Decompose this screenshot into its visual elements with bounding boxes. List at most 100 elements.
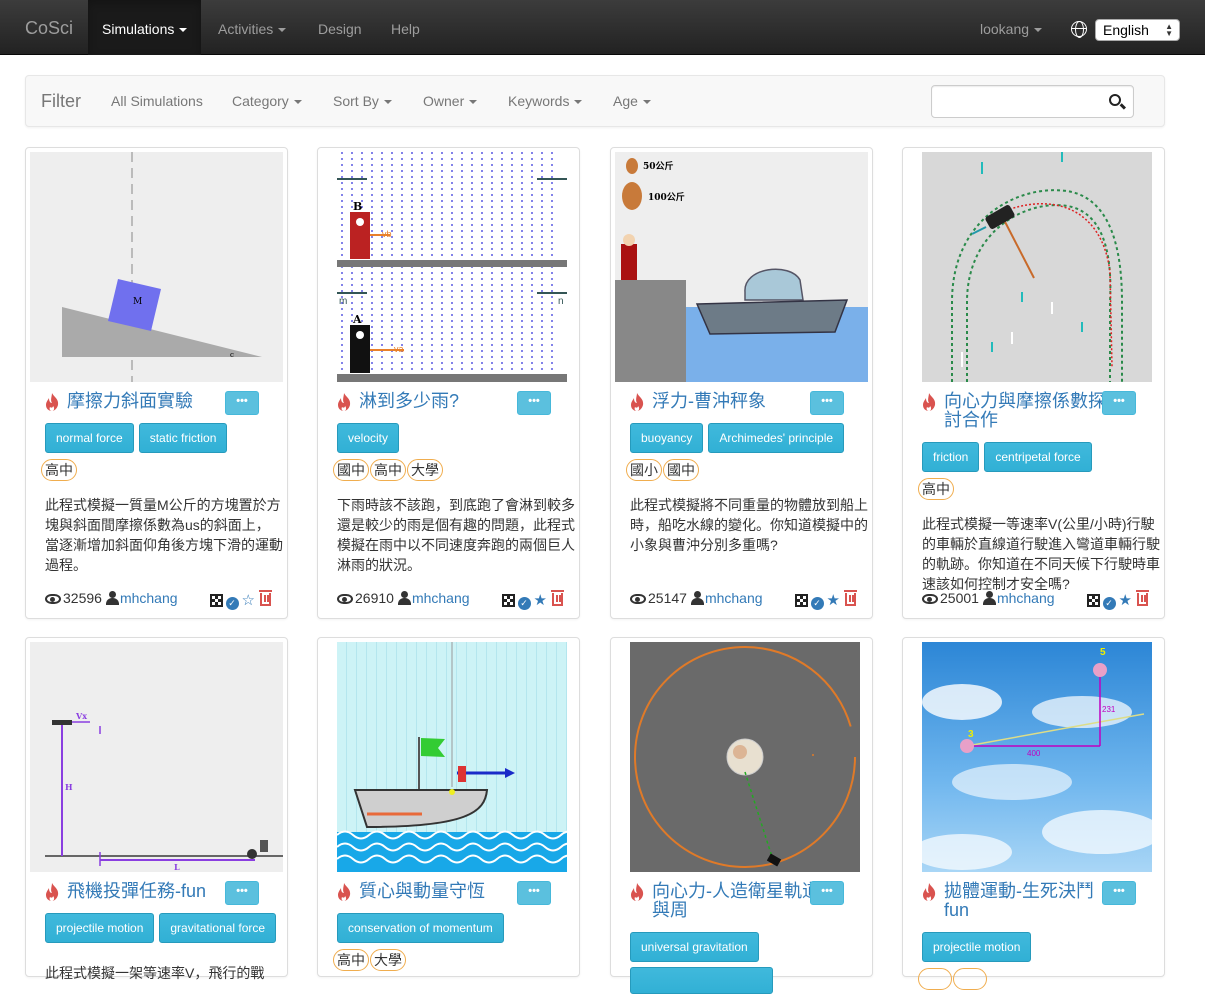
- tag-chip[interactable]: friction: [922, 442, 980, 472]
- more-options-button[interactable]: •••: [810, 391, 844, 415]
- simulation-card[interactable]: 向心力-人造衛星軌道與周 ••• universal gravitation: [610, 637, 873, 994]
- level-list: 高中: [41, 459, 78, 481]
- search-icon[interactable]: [1109, 94, 1121, 106]
- eye-icon: [630, 594, 646, 604]
- tag-chip[interactable]: gravitational force: [159, 913, 277, 943]
- brand-logo[interactable]: CoSci: [25, 18, 73, 39]
- card-title[interactable]: 向心力-人造衛星軌道與周: [652, 882, 820, 920]
- tag-chip[interactable]: Archimedes' principle: [708, 423, 845, 453]
- user-menu[interactable]: lookang: [966, 0, 1056, 55]
- simulation-thumbnail[interactable]: [337, 642, 567, 872]
- simulation-thumbnail[interactable]: [630, 642, 860, 872]
- verified-icon: ✓: [225, 597, 239, 610]
- va-label: va: [394, 344, 404, 354]
- popular-flame-icon: [337, 883, 351, 901]
- star-outline-icon[interactable]: ☆: [242, 592, 255, 609]
- filter-owner-label: Owner: [423, 93, 465, 109]
- qr-code-icon[interactable]: [794, 594, 808, 607]
- language-select[interactable]: English ▲ ▼: [1095, 19, 1180, 41]
- nav-design[interactable]: Design: [304, 0, 376, 55]
- tag-chip[interactable]: universal gravitation: [630, 932, 759, 962]
- owner-link[interactable]: mhchang: [412, 590, 470, 606]
- more-options-button[interactable]: •••: [517, 391, 551, 415]
- qr-code-icon[interactable]: [209, 594, 223, 607]
- star-filled-icon[interactable]: ★: [827, 592, 840, 609]
- simulation-card[interactable]: 向心力與摩擦係數探討合作 ••• friction centripetal for…: [902, 147, 1165, 619]
- level-list: 高中 大學: [333, 949, 407, 971]
- tag-chip[interactable]: centripetal force: [984, 442, 1092, 472]
- filter-age[interactable]: Age: [613, 93, 651, 109]
- card-title[interactable]: 向心力與摩擦係數探討合作: [944, 392, 1112, 430]
- card-title[interactable]: 浮力-曹沖秤象: [652, 392, 820, 411]
- card-actions: ✓ ☆: [209, 590, 272, 610]
- simulation-card[interactable]: 5 3 231 400 拋體運動-生死決鬥fun ••• projectile …: [902, 637, 1165, 990]
- language-value: English: [1103, 22, 1149, 38]
- caret-down-icon: [383, 100, 392, 105]
- qr-code-icon[interactable]: [1086, 594, 1100, 607]
- simulation-thumbnail[interactable]: B A vb va m n: [322, 152, 575, 382]
- more-options-button[interactable]: •••: [1102, 881, 1136, 905]
- tag-chip[interactable]: buoyancy: [630, 423, 704, 453]
- star-filled-icon[interactable]: ★: [534, 592, 547, 609]
- vb-label: vb: [382, 229, 392, 239]
- top-navbar: CoSci Simulations Activities Design Help…: [0, 0, 1205, 55]
- tag-chip[interactable]: [630, 967, 773, 994]
- more-options-button[interactable]: •••: [1102, 391, 1136, 415]
- simulation-thumbnail[interactable]: Vx H L: [30, 642, 283, 872]
- tag-list: normal force static friction: [45, 423, 285, 458]
- caret-down-icon: [642, 100, 651, 105]
- nav-help[interactable]: Help: [377, 0, 434, 55]
- filter-age-label: Age: [613, 93, 638, 109]
- qr-code-icon[interactable]: [501, 594, 515, 607]
- tag-chip[interactable]: projectile motion: [922, 932, 1032, 962]
- more-options-button[interactable]: •••: [810, 881, 844, 905]
- nav-activities[interactable]: Activities: [204, 0, 300, 55]
- more-options-button[interactable]: •••: [225, 881, 259, 905]
- card-title[interactable]: 質心與動量守恆: [359, 882, 527, 901]
- trash-icon[interactable]: [1136, 590, 1149, 606]
- simulation-thumbnail[interactable]: 5 3 231 400: [922, 642, 1152, 872]
- popular-flame-icon: [922, 393, 936, 411]
- verified-icon: ✓: [517, 597, 531, 610]
- view-count: 26910: [355, 590, 394, 606]
- level-list: 國中 高中 大學: [333, 459, 444, 481]
- card-title[interactable]: 淋到多少雨?: [359, 392, 527, 411]
- card-title[interactable]: 飛機投彈任務-fun: [67, 882, 235, 901]
- tag-chip[interactable]: static friction: [138, 423, 228, 453]
- card-actions: ✓ ★: [501, 590, 564, 610]
- tag-list: velocity: [337, 423, 577, 458]
- trash-icon[interactable]: [551, 590, 564, 606]
- simulation-card[interactable]: M c 摩擦力斜面實驗 ••• normal force static frict…: [25, 147, 288, 619]
- nav-simulations[interactable]: Simulations: [88, 0, 202, 55]
- card-title[interactable]: 摩擦力斜面實驗: [67, 392, 235, 411]
- owner-link[interactable]: mhchang: [997, 590, 1055, 606]
- filter-category[interactable]: Category: [232, 93, 302, 109]
- popular-flame-icon: [45, 393, 59, 411]
- trash-icon[interactable]: [259, 590, 272, 606]
- owner-link[interactable]: mhchang: [120, 590, 178, 606]
- popular-flame-icon: [337, 393, 351, 411]
- more-options-button[interactable]: •••: [225, 391, 259, 415]
- level-badge: 高中: [41, 459, 77, 481]
- simulation-card[interactable]: 50公斤 100公斤 浮力-曹沖秤象 ••• buoyancy Archimede…: [610, 147, 873, 619]
- tag-chip[interactable]: conservation of momentum: [337, 913, 504, 943]
- search-input[interactable]: [931, 85, 1134, 118]
- tag-chip[interactable]: normal force: [45, 423, 134, 453]
- simulation-thumbnail[interactable]: [922, 152, 1152, 382]
- simulation-thumbnail[interactable]: 50公斤 100公斤: [615, 152, 868, 382]
- simulation-thumbnail[interactable]: M c: [30, 152, 283, 382]
- simulation-card[interactable]: B A vb va m n 淋到多少雨? ••• velocity 國中 高中 大學…: [317, 147, 580, 619]
- filter-all-simulations[interactable]: All Simulations: [111, 93, 203, 109]
- filter-sort-by[interactable]: Sort By: [333, 93, 392, 109]
- filter-owner[interactable]: Owner: [423, 93, 478, 109]
- owner-link[interactable]: mhchang: [705, 590, 763, 606]
- trash-icon[interactable]: [844, 590, 857, 606]
- tag-chip[interactable]: projectile motion: [45, 913, 155, 943]
- filter-keywords[interactable]: Keywords: [508, 93, 583, 109]
- more-options-button[interactable]: •••: [517, 881, 551, 905]
- tag-chip[interactable]: velocity: [337, 423, 400, 453]
- simulation-card[interactable]: 質心與動量守恆 ••• conservation of momentum 高中大…: [317, 637, 580, 977]
- simulation-card[interactable]: Vx H L 飛機投彈任務-fun ••• projectile motion g…: [25, 637, 288, 981]
- card-title[interactable]: 拋體運動-生死決鬥fun: [944, 882, 1112, 920]
- star-filled-icon[interactable]: ★: [1119, 592, 1132, 609]
